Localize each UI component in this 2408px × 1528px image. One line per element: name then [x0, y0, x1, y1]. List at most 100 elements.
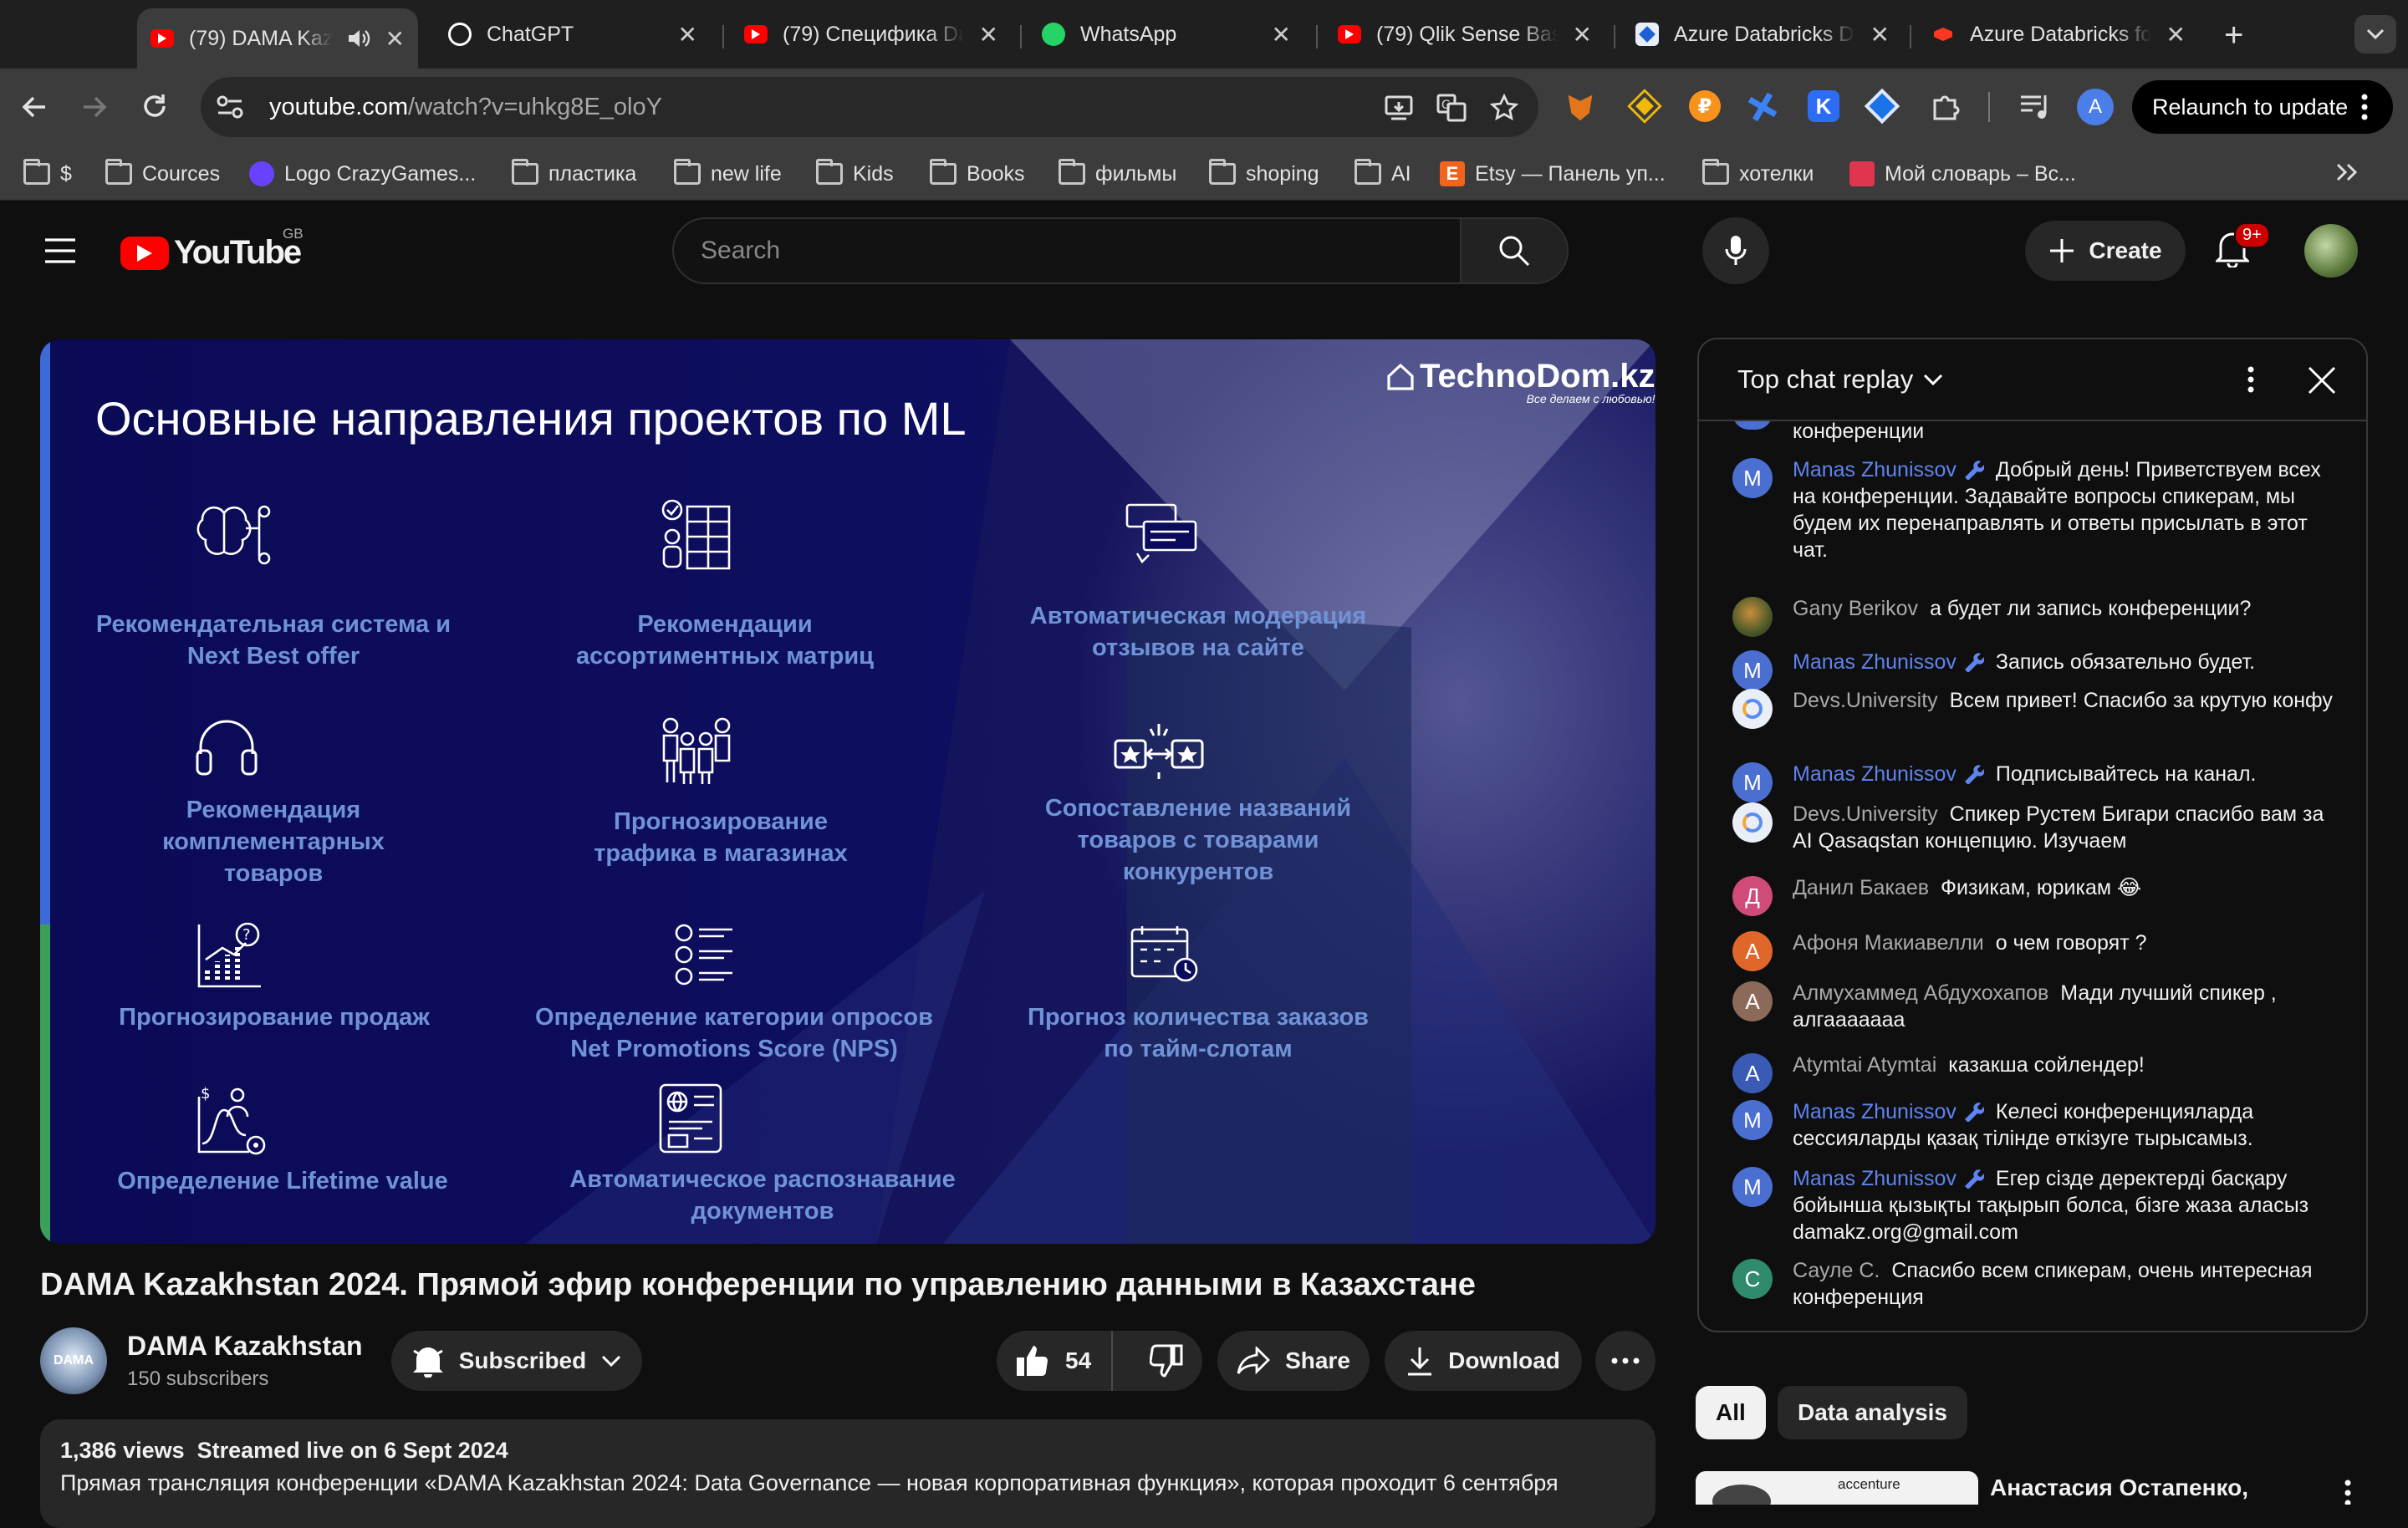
chat-avatar[interactable]: А: [1732, 931, 1773, 971]
tab-6[interactable]: Azure Databricks Docs ✕: [1622, 12, 1903, 57]
chip-all[interactable]: All: [1696, 1386, 1766, 1439]
extension-metamask-icon[interactable]: [1568, 94, 1593, 121]
bookmark-item[interactable]: фильмы: [1059, 157, 1176, 191]
create-button[interactable]: Create: [2025, 221, 2186, 281]
more-bookmarks-icon[interactable]: [2336, 162, 2358, 182]
bookmark-item[interactable]: Books: [930, 157, 1024, 191]
chat-avatar[interactable]: А: [1732, 981, 1773, 1021]
chip-data-analysis[interactable]: Data analysis: [1778, 1386, 1967, 1439]
chat-avatar[interactable]: M: [1732, 650, 1773, 690]
chat-author[interactable]: Devs.University: [1793, 802, 1938, 826]
chat-avatar[interactable]: [1732, 689, 1773, 729]
address-bar[interactable]: youtube.com/watch?v=uhkg8E_oloY G: [201, 77, 1538, 137]
bookmark-star-icon[interactable]: [1490, 94, 1518, 122]
tab-7[interactable]: Azure Databricks for ✕: [1918, 12, 2199, 57]
chat-options-icon[interactable]: [2247, 366, 2254, 393]
close-tab-icon[interactable]: ✕: [385, 25, 405, 53]
bookmark-item[interactable]: Kids: [816, 157, 894, 191]
reload-icon[interactable]: [140, 92, 169, 120]
new-tab-button[interactable]: +: [2224, 17, 2243, 54]
chat-author[interactable]: Gany Berikov: [1793, 597, 1918, 620]
chat-avatar[interactable]: M: [1732, 1100, 1773, 1140]
recommended-title[interactable]: Анастасия Остапенко,: [1990, 1475, 2248, 1501]
search-button[interactable]: [1460, 219, 1567, 283]
bookmark-item[interactable]: new life: [674, 157, 782, 191]
youtube-logo[interactable]: YouTube: [120, 234, 302, 272]
bookmark-item[interactable]: shoping: [1209, 157, 1319, 191]
chat-author[interactable]: Сауле С.: [1793, 1259, 1880, 1282]
tab-4[interactable]: WhatsApp ✕: [1028, 12, 1304, 57]
chat-author[interactable]: Manas Zhunissov: [1793, 1100, 1985, 1123]
bookmark-item[interactable]: Мой словарь – Вс...: [1849, 157, 2076, 191]
channel-name[interactable]: DAMA Kazakhstan: [127, 1331, 363, 1362]
close-tab-icon[interactable]: ✕: [1870, 21, 1890, 48]
chat-author[interactable]: Manas Zhunissov: [1793, 762, 1985, 786]
search-input[interactable]: Search: [701, 237, 1460, 265]
extension-diamond-icon[interactable]: [1864, 88, 1900, 125]
more-actions-button[interactable]: [1595, 1331, 1656, 1391]
notifications-button[interactable]: 9+: [2216, 222, 2270, 274]
tab-5[interactable]: (79) Qlik Sense Basics ✕: [1324, 12, 1605, 57]
media-controls-icon[interactable]: [2018, 92, 2052, 122]
channel-avatar[interactable]: DAMA: [40, 1327, 107, 1394]
tab-search-button[interactable]: [2354, 15, 2396, 53]
close-tab-icon[interactable]: ✕: [1573, 21, 1592, 48]
recommended-more-icon[interactable]: [2344, 1480, 2351, 1505]
relaunch-button[interactable]: Relaunch to update: [2132, 80, 2393, 134]
bookmark-item[interactable]: Logo CrazyGames...: [249, 157, 476, 191]
bookmark-item[interactable]: пластика: [512, 157, 636, 191]
chat-avatar[interactable]: С: [1732, 1259, 1773, 1299]
bookmark-item[interactable]: Cources: [105, 157, 220, 191]
chat-mode-dropdown[interactable]: Top chat replay: [1737, 364, 1943, 395]
extension-coin-icon[interactable]: ₽: [1689, 90, 1721, 122]
share-button[interactable]: Share: [1217, 1331, 1370, 1391]
chat-author[interactable]: Данил Бакаев: [1793, 876, 1929, 899]
chat-avatar[interactable]: M: [1732, 458, 1773, 498]
tab-3[interactable]: (79) Специфика Data ✕: [731, 12, 1012, 57]
translate-icon[interactable]: G: [1436, 94, 1467, 122]
description-box[interactable]: 1,386 views Streamed live on 6 Sept 2024…: [40, 1419, 1656, 1528]
chat-author[interactable]: Manas Zhunissov: [1793, 458, 1985, 481]
chat-avatar[interactable]: A: [1732, 1053, 1773, 1093]
bookmark-item[interactable]: $: [23, 157, 72, 191]
download-button[interactable]: Download: [1385, 1331, 1582, 1391]
chat-author[interactable]: Алмухаммед Абдухохапов: [1793, 981, 2048, 1005]
menu-hamburger-icon[interactable]: [43, 237, 77, 264]
search-box[interactable]: Search: [672, 217, 1569, 284]
bookmark-item[interactable]: E Etsy — Панель уп...: [1440, 157, 1666, 191]
recommended-thumbnail[interactable]: accenture: [1696, 1471, 1978, 1505]
extensions-puzzle-icon[interactable]: [1930, 90, 1962, 122]
chat-avatar[interactable]: Д: [1732, 876, 1773, 916]
chat-author[interactable]: Manas Zhunissov: [1793, 1167, 1985, 1190]
video-player[interactable]: Основные направления проектов по ML Tech…: [40, 339, 1656, 1244]
site-info-icon[interactable]: [216, 94, 244, 120]
tab-2[interactable]: ChatGPT ✕: [435, 12, 711, 57]
profile-avatar[interactable]: A: [2077, 89, 2114, 125]
chat-author[interactable]: Atymtai Atymtai: [1793, 1053, 1936, 1077]
close-tab-icon[interactable]: ✕: [678, 21, 697, 48]
dislike-button[interactable]: [1128, 1344, 1183, 1378]
extension-k-icon[interactable]: K: [1808, 90, 1839, 122]
extension-tool-icon[interactable]: [1742, 86, 1783, 127]
chat-avatar[interactable]: M: [1732, 1167, 1773, 1207]
chat-author[interactable]: Афоня Макиавелли: [1793, 931, 1984, 955]
like-button[interactable]: 54: [997, 1331, 1114, 1391]
voice-search-button[interactable]: [1702, 217, 1769, 284]
tab-1[interactable]: (79) DAMA Kazakhstan ✕: [137, 8, 418, 69]
chat-author[interactable]: Manas Zhunissov: [1793, 650, 1985, 674]
subscribed-button[interactable]: Subscribed: [391, 1331, 642, 1391]
chat-avatar[interactable]: M: [1732, 762, 1773, 802]
chat-avatar[interactable]: [1732, 597, 1773, 637]
forward-icon[interactable]: [80, 94, 109, 120]
close-tab-icon[interactable]: ✕: [979, 21, 998, 48]
chat-avatar[interactable]: [1732, 802, 1773, 843]
close-chat-icon[interactable]: [2308, 366, 2336, 395]
extension-binance-icon[interactable]: [1627, 89, 1662, 124]
chat-author[interactable]: Devs.University: [1793, 689, 1938, 712]
back-icon[interactable]: [20, 94, 48, 120]
install-app-icon[interactable]: [1385, 95, 1413, 120]
close-tab-icon[interactable]: ✕: [1272, 21, 1291, 48]
account-avatar[interactable]: [2304, 224, 2358, 278]
bookmark-item[interactable]: AI: [1354, 157, 1411, 191]
close-tab-icon[interactable]: ✕: [2166, 21, 2186, 48]
